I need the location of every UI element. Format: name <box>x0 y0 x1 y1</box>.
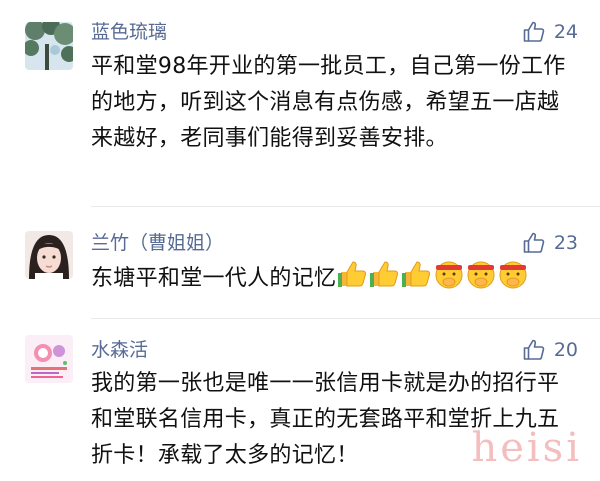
thumbs-up-icon <box>402 261 431 287</box>
thumbs-up-icon <box>370 261 399 287</box>
comment-text: 东塘平和堂一代人的记忆 <box>91 259 581 299</box>
emoji-row <box>338 259 528 289</box>
like-count: 20 <box>553 339 578 361</box>
watermark: heisi <box>471 425 582 471</box>
avatar[interactable] <box>25 231 73 279</box>
comment-text-body: 东塘平和堂一代人的记忆 <box>91 266 337 291</box>
comment-text: 平和堂98年开业的第一批员工，自己第一份工作的地方，听到这个消息有点伤感，希望五… <box>91 54 566 151</box>
avatar[interactable] <box>25 22 73 70</box>
avatar[interactable] <box>25 335 73 383</box>
like-button[interactable]: 23 <box>522 231 578 255</box>
like-button[interactable]: 20 <box>522 338 578 362</box>
like-count: 23 <box>553 232 578 254</box>
thumbs-up-icon <box>523 232 545 253</box>
username[interactable]: 水森活 <box>91 338 148 362</box>
thumbs-up-icon <box>523 21 545 42</box>
like-count: 24 <box>553 21 578 43</box>
fist-headband-face-icon <box>499 261 527 289</box>
username[interactable]: 蓝色琉璃 <box>91 20 167 44</box>
fist-headband-face-icon <box>467 261 495 289</box>
like-button[interactable]: 24 <box>522 20 578 44</box>
thumbs-up-icon <box>523 339 545 360</box>
thumbs-up-icon <box>338 261 367 287</box>
username[interactable]: 兰竹（曹姐姐） <box>91 231 224 255</box>
fist-headband-face-icon <box>435 261 463 289</box>
comment-item: 蓝色琉璃 24 平和堂98年开业的第一批员工，自己第一份工作的地方，听到这个消息… <box>0 0 600 205</box>
comment-item: 兰竹（曹姐姐） 23 东塘平和堂一代人的记忆 <box>0 207 600 320</box>
